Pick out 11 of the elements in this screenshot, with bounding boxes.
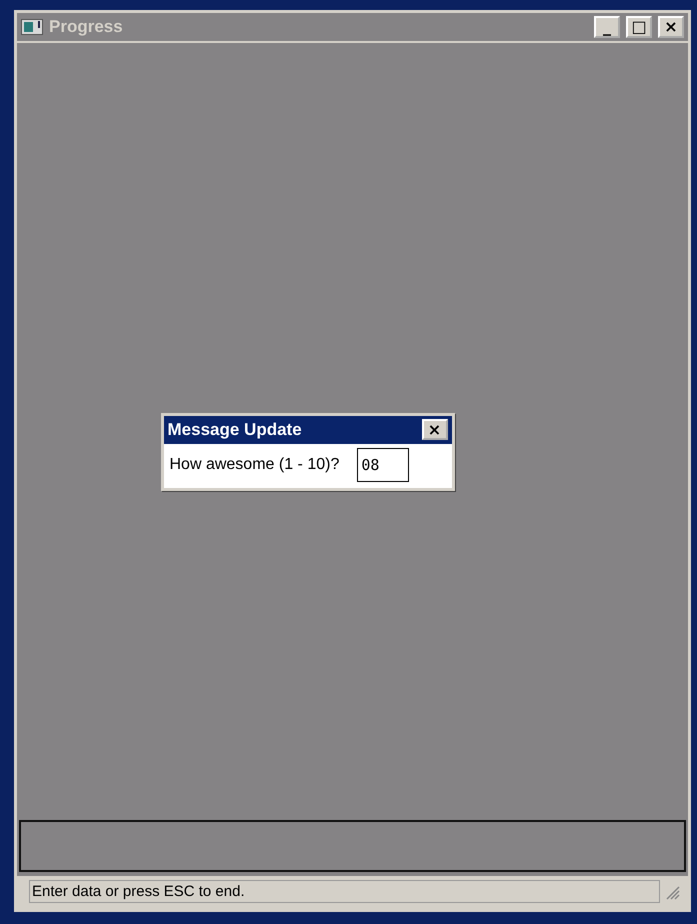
status-text: Enter data or press ESC to end. [29,880,660,903]
resize-grip-icon[interactable] [664,884,680,900]
close-button[interactable]: × [658,16,684,38]
dialog-title: Message Update [168,420,302,440]
window-title: Progress [49,17,123,37]
close-button[interactable]: × [422,419,448,440]
window-icon [21,19,43,35]
input-field[interactable]: 08 [357,448,410,482]
maximize-button[interactable]: □ [626,16,652,38]
prompt-label: How awesome (1 - 10)? [170,456,340,474]
minimize-button[interactable]: _ [594,16,620,38]
